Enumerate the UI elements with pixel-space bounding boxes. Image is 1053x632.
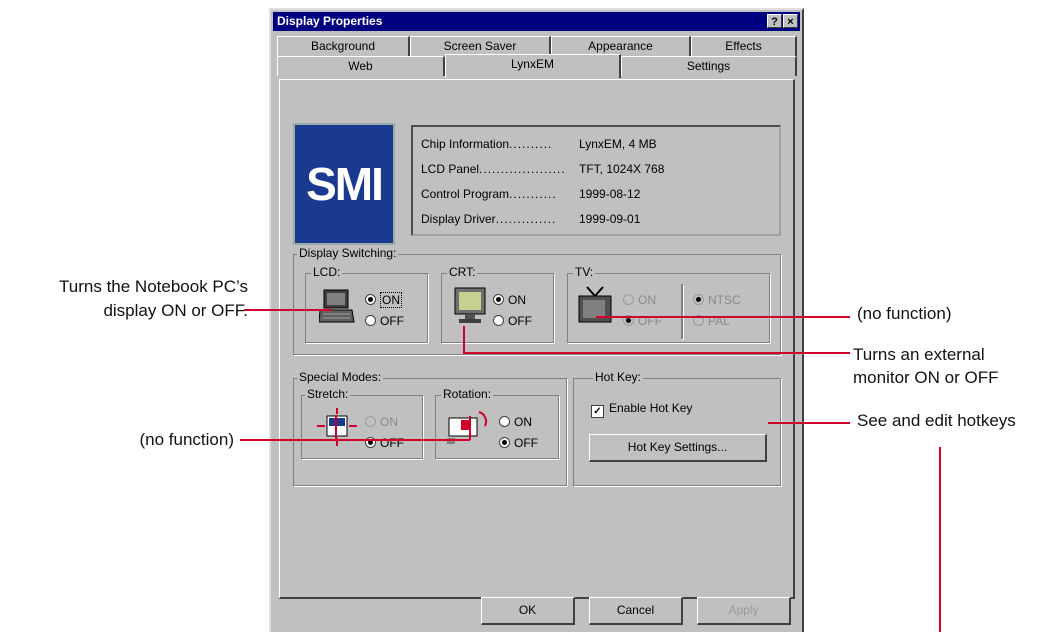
rotation-label: Rotation: [441, 387, 494, 401]
radio-dot [499, 416, 510, 427]
close-button[interactable]: × [783, 14, 798, 28]
info-row-chip: Chip Information.......... LynxEM, 4 MB [421, 137, 657, 151]
ok-button[interactable]: OK [481, 597, 575, 625]
tv-on-radio[interactable]: ON [623, 293, 656, 307]
info-dots: ........... [509, 187, 557, 201]
checkbox-box: ✓ [591, 405, 604, 418]
radio-dot [623, 294, 634, 305]
lcd-on-label: ON [380, 292, 402, 308]
crt-off-radio[interactable]: OFF [493, 314, 532, 328]
tv-on-label: ON [638, 293, 656, 307]
lcd-annotation-line2: display ON or OFF. [103, 301, 248, 320]
rotation-icon [447, 411, 488, 444]
lcd-off-label: OFF [380, 314, 404, 328]
radio-dot [365, 315, 376, 326]
stretch-on-radio[interactable]: ON [365, 415, 398, 429]
rotation-on-radio[interactable]: ON [499, 415, 532, 429]
lcd-off-radio[interactable]: OFF [365, 314, 404, 328]
chip-info-box: Chip Information.......... LynxEM, 4 MB … [411, 125, 781, 236]
info-row-driver: Display Driver.............. 1999-09-01 [421, 212, 640, 226]
enable-hotkey-label: Enable Hot Key [609, 401, 693, 415]
tv-icon [578, 286, 612, 323]
hotkey-label: Hot Key: [593, 370, 644, 384]
cancel-button[interactable]: Cancel [589, 597, 683, 625]
info-label: Chip Information [421, 137, 510, 151]
tab-settings[interactable]: Settings [621, 56, 797, 76]
crt-on-radio[interactable]: ON [493, 293, 526, 307]
info-row-lcd: LCD Panel.................... TFT, 1024X… [421, 162, 664, 176]
tab-lynxem[interactable]: LynxEM [445, 54, 621, 78]
crt-annotation-line1: Turns an external [853, 345, 985, 364]
tab-appearance[interactable]: Appearance [551, 36, 691, 56]
radio-dot [693, 315, 704, 326]
lcd-annotation-line1: Turns the Notebook PC’s [59, 277, 248, 296]
info-value: LynxEM, 4 MB [579, 137, 657, 151]
lcd-on-radio[interactable]: ON [365, 292, 402, 308]
smi-logo: SMI [293, 123, 395, 245]
info-label: Control Program [421, 187, 510, 201]
tab-web[interactable]: Web [277, 56, 445, 76]
special-modes-label: Special Modes: [297, 370, 384, 384]
crt-on-label: ON [508, 293, 526, 307]
window-title: Display Properties [277, 14, 383, 28]
monitor-icon [454, 287, 486, 323]
stretch-icon [317, 408, 357, 446]
hotkey-annotation: See and edit hotkeys [857, 411, 1016, 430]
radio-dot [623, 315, 634, 326]
info-row-control: Control Program........... 1999-08-12 [421, 187, 640, 201]
crt-off-label: OFF [508, 314, 532, 328]
hotkey-group [573, 378, 781, 486]
tab-effects[interactable]: Effects [691, 36, 797, 56]
tv-off-label: OFF [638, 314, 662, 328]
lcd-group-label: LCD: [311, 265, 343, 279]
stretch-off-radio[interactable]: OFF [365, 436, 404, 450]
display-switching-label: Display Switching: [297, 246, 399, 260]
apply-button[interactable]: Apply [697, 597, 791, 625]
crt-annotation-line2: monitor ON or OFF [853, 368, 999, 387]
radio-dot [365, 437, 376, 448]
radio-dot [499, 437, 510, 448]
enable-hotkey-checkbox[interactable]: ✓ Enable Hot Key [591, 401, 692, 418]
info-value: TFT, 1024X 768 [579, 162, 665, 176]
info-value: 1999-08-12 [579, 187, 641, 201]
tab-screen-saver[interactable]: Screen Saver [410, 36, 551, 56]
tv-pal-label: PAL [708, 314, 730, 328]
radio-dot [365, 416, 376, 427]
info-dots: .......... [509, 137, 553, 151]
stretch-label: Stretch: [305, 387, 351, 401]
tv-divider [681, 284, 683, 339]
radio-dot [365, 294, 376, 305]
tv-off-radio[interactable]: OFF [623, 314, 662, 328]
stretch-off-label: OFF [380, 436, 404, 450]
stretch-on-label: ON [380, 415, 398, 429]
radio-dot [493, 294, 504, 305]
hotkey-settings-button[interactable]: Hot Key Settings... [589, 434, 767, 462]
info-dots: .............. [495, 212, 557, 226]
laptop-icon [319, 289, 355, 323]
info-value: 1999-09-01 [579, 212, 641, 226]
tab-background[interactable]: Background [277, 36, 410, 56]
info-dots: .................... [479, 162, 566, 176]
rotation-off-label: OFF [514, 436, 538, 450]
radio-dot [493, 315, 504, 326]
tv-ntsc-label: NTSC [708, 293, 741, 307]
help-button[interactable]: ? [767, 14, 782, 28]
rotation-on-label: ON [514, 415, 532, 429]
crt-group-label: CRT: [447, 265, 478, 279]
rotation-off-radio[interactable]: OFF [499, 436, 538, 450]
info-label: Display Driver [421, 212, 496, 226]
title-bar: Display Properties ? × [273, 12, 800, 31]
radio-dot [693, 294, 704, 305]
tv-pal-radio[interactable]: PAL [693, 314, 730, 328]
special-modes-annotation: (no function) [139, 430, 235, 449]
tv-annotation: (no function) [857, 304, 952, 323]
tv-ntsc-radio[interactable]: NTSC [693, 293, 741, 307]
tv-group-label: TV: [573, 265, 596, 279]
info-label: LCD Panel [421, 162, 480, 176]
display-properties-window: Display Properties ? × Background Screen… [269, 8, 804, 632]
